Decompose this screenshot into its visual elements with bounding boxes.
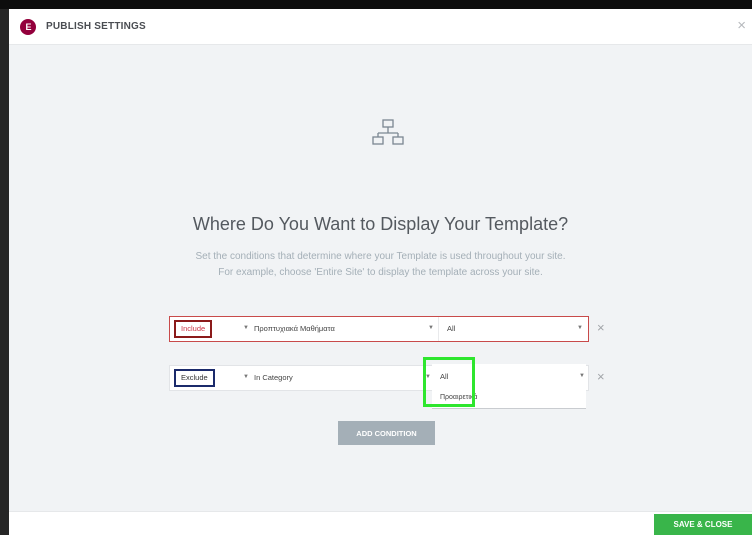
background-top-strip bbox=[0, 0, 752, 9]
subtitle-line-2: For example, choose 'Entire Site' to dis… bbox=[218, 267, 543, 278]
subtitle-line-1: Set the conditions that determine where … bbox=[195, 251, 566, 262]
modal-body: Where Do You Want to Display Your Templa… bbox=[9, 45, 752, 511]
remove-condition-icon[interactable]: × bbox=[597, 369, 605, 384]
background-left-edge bbox=[0, 9, 9, 535]
remove-condition-icon[interactable]: × bbox=[597, 320, 605, 335]
modal-header: E PUBLISH SETTINGS × bbox=[9, 9, 752, 45]
save-close-button[interactable]: SAVE & CLOSE bbox=[654, 514, 752, 535]
condition-id-dropdown[interactable]: All ▼ Προαιρετικά bbox=[432, 364, 586, 409]
dropdown-option[interactable]: Προαιρετικά bbox=[440, 394, 477, 401]
page-headline: Where Do You Want to Display Your Templa… bbox=[192, 214, 569, 234]
condition-sub-select[interactable]: Προπτυχιακά Μαθήματα bbox=[254, 324, 335, 333]
hierarchy-icon bbox=[372, 119, 404, 145]
condition-type-select[interactable]: Include bbox=[174, 320, 213, 338]
chevron-down-icon: ▼ bbox=[579, 373, 585, 379]
dropdown-selected-value[interactable]: All bbox=[440, 372, 448, 381]
page-subtitle: Set the conditions that determine where … bbox=[9, 249, 752, 281]
chevron-down-icon: ▼ bbox=[243, 325, 249, 331]
condition-sub-select[interactable]: In Category bbox=[254, 373, 293, 382]
chevron-down-icon: ▼ bbox=[428, 325, 434, 331]
publish-settings-modal: E PUBLISH SETTINGS × Where Do You Want t… bbox=[9, 9, 752, 535]
condition-id-select[interactable]: All bbox=[447, 324, 455, 333]
chevron-down-icon: ▼ bbox=[577, 325, 583, 331]
field-divider bbox=[438, 317, 439, 341]
close-icon[interactable]: × bbox=[737, 17, 746, 34]
condition-type-select[interactable]: Exclude bbox=[174, 369, 215, 387]
condition-row-include: Include ▼ Προπτυχιακά Μαθήματα ▼ All ▼ bbox=[169, 316, 589, 342]
elementor-logo-icon: E bbox=[20, 19, 36, 35]
modal-footer bbox=[9, 511, 752, 535]
modal-title: PUBLISH SETTINGS bbox=[46, 21, 146, 32]
add-condition-button[interactable]: ADD CONDITION bbox=[338, 421, 435, 445]
chevron-down-icon: ▼ bbox=[243, 374, 249, 380]
chevron-down-icon: ▼ bbox=[425, 374, 431, 380]
